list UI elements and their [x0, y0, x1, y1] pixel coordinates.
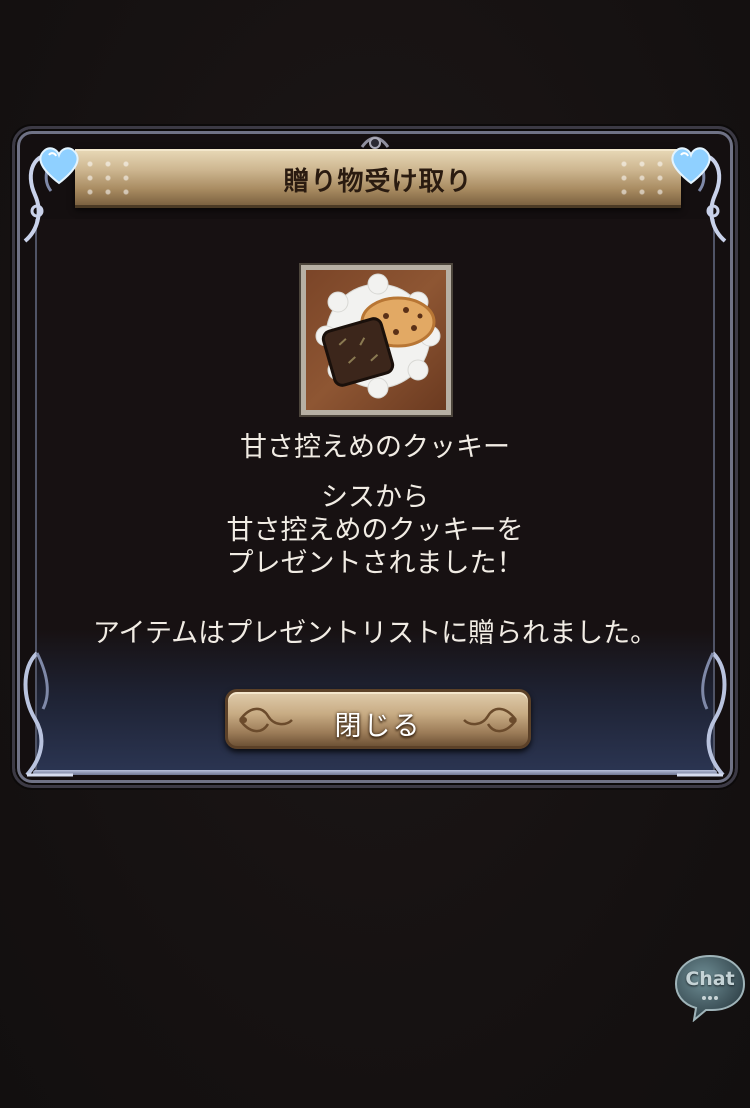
gift-message-line: シスから [321, 482, 429, 513]
item-name: 甘さ控えめのクッキー [240, 432, 510, 463]
gift-notice: アイテムはプレゼントリストに贈られました。 [92, 618, 658, 649]
close-button-label: 閉じる [334, 711, 422, 742]
heart-gem-left-icon [39, 147, 79, 185]
heart-gem-right-icon [671, 147, 711, 185]
gift-received-dialog: 贈り物受け取り 甘さ控えめのクッキー シスから 甘さ控えめのクッキーを プレゼン… [12, 126, 738, 788]
screen: 贈り物受け取り 甘さ控えめのクッキー シスから 甘さ控えめのクッキーを プレゼン… [0, 0, 750, 1108]
crown-ornament-icon [360, 136, 390, 149]
dialog-title: 贈り物受け取り [283, 167, 473, 197]
dialog-header-banner: 贈り物受け取り [75, 149, 681, 208]
gift-message-line: 甘さ控えめのクッキーを [226, 515, 524, 546]
close-button[interactable]: 閉じる [225, 689, 531, 749]
gift-message-line: プレゼントされました！ [226, 548, 524, 579]
chat-button[interactable]: Chat [672, 952, 748, 1023]
frame-corner-right-icon [677, 651, 727, 777]
dialog-bottom-rail [33, 770, 717, 775]
item-image-frame [299, 263, 453, 417]
cookie-icon [315, 273, 441, 399]
chat-button-label: Chat [685, 968, 735, 990]
frame-corner-left-icon [23, 651, 73, 777]
gift-message: シスから 甘さ控えめのクッキーを プレゼントされました！ [15, 481, 735, 580]
